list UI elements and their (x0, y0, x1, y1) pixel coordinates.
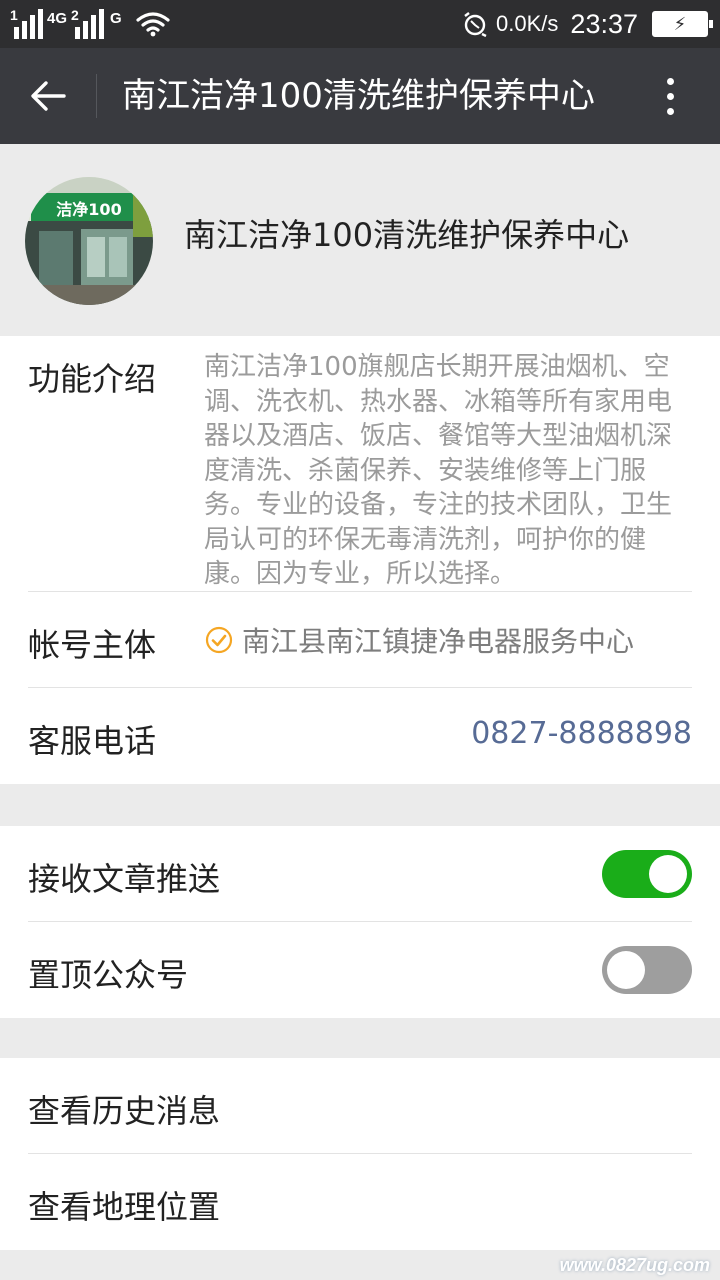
pin-account-row: 置顶公众号 (28, 922, 692, 1018)
network2-type-label: G (110, 10, 122, 27)
view-history-label: 查看历史消息 (28, 1092, 221, 1130)
signal-strength-icon: 1 (10, 7, 43, 39)
subject-text: 南江县南江镇捷净电器服务中心 (242, 625, 635, 658)
more-options-button[interactable] (640, 66, 700, 126)
avatar[interactable]: 洁净100 (25, 177, 153, 305)
subject-value: 南江县南江镇捷净电器服务中心 (204, 592, 634, 688)
watermark: www.0827ug.com (559, 1255, 710, 1275)
network-type-label: 4G (47, 10, 68, 27)
avatar-sign-text: 洁净100 (56, 200, 121, 219)
receive-push-row: 接收文章推送 (28, 826, 692, 922)
phone-label: 客服电话 (28, 722, 157, 760)
status-bar: 1 4G 2 G 0.0K/s 23:37 ⚡ (0, 0, 720, 48)
subject-row[interactable]: 帐号主体 南江县南江镇捷净电器服务中心 (28, 592, 692, 688)
back-button[interactable] (18, 66, 78, 126)
account-name: 南江洁净100清洗维护保养中心 (184, 216, 630, 254)
app-bar: 南江洁净100清洗维护保养中心 (0, 48, 720, 144)
network-speed: 0.0K/s (496, 11, 559, 36)
profile-header: 洁净100 南江洁净100清洗维护保养中心 (0, 144, 720, 334)
receive-push-label: 接收文章推送 (28, 860, 221, 898)
phone-row[interactable]: 客服电话 0827-8888898 (28, 688, 692, 784)
view-location-label: 查看地理位置 (28, 1188, 221, 1226)
links-card: 查看历史消息 查看地理位置 (0, 1058, 720, 1250)
status-bar-left: 1 4G 2 G (10, 0, 170, 48)
status-bar-right: 0.0K/s 23:37 ⚡ (462, 0, 713, 48)
sim1-tag: 1 (10, 7, 18, 23)
page-title: 南江洁净100清洗维护保养中心 (122, 76, 595, 116)
view-location-row[interactable]: 查看地理位置 (28, 1154, 692, 1250)
signal-strength-2-icon: 2 (71, 7, 105, 39)
battery-charging-icon: ⚡ (652, 11, 713, 37)
pin-account-label: 置顶公众号 (28, 956, 189, 994)
pin-account-toggle[interactable] (602, 946, 692, 994)
info-card: 功能介绍 南江洁净100旗舰店长期开展油烟机、空调、洗衣机、热水器、冰箱等所有家… (0, 336, 720, 784)
intro-label: 功能介绍 (28, 360, 157, 398)
receive-push-toggle[interactable] (602, 850, 692, 898)
intro-text: 南江洁净100旗舰店长期开展油烟机、空调、洗衣机、热水器、冰箱等所有家用电器以及… (204, 352, 673, 589)
app-bar-divider (96, 74, 97, 118)
subject-label: 帐号主体 (28, 626, 157, 664)
clock: 23:37 (570, 8, 638, 39)
settings-card: 接收文章推送 置顶公众号 (0, 826, 720, 1018)
alarm-icon (462, 11, 488, 37)
sim2-tag: 2 (71, 7, 79, 23)
wifi-icon (136, 11, 170, 37)
intro-row: 功能介绍 南江洁净100旗舰店长期开展油烟机、空调、洗衣机、热水器、冰箱等所有家… (28, 336, 692, 592)
verified-check-icon (204, 625, 234, 655)
arrow-left-icon (30, 80, 66, 112)
view-history-row[interactable]: 查看历史消息 (28, 1058, 692, 1154)
more-vertical-icon (666, 77, 674, 85)
phone-number-link[interactable]: 0827-8888898 (471, 716, 692, 751)
